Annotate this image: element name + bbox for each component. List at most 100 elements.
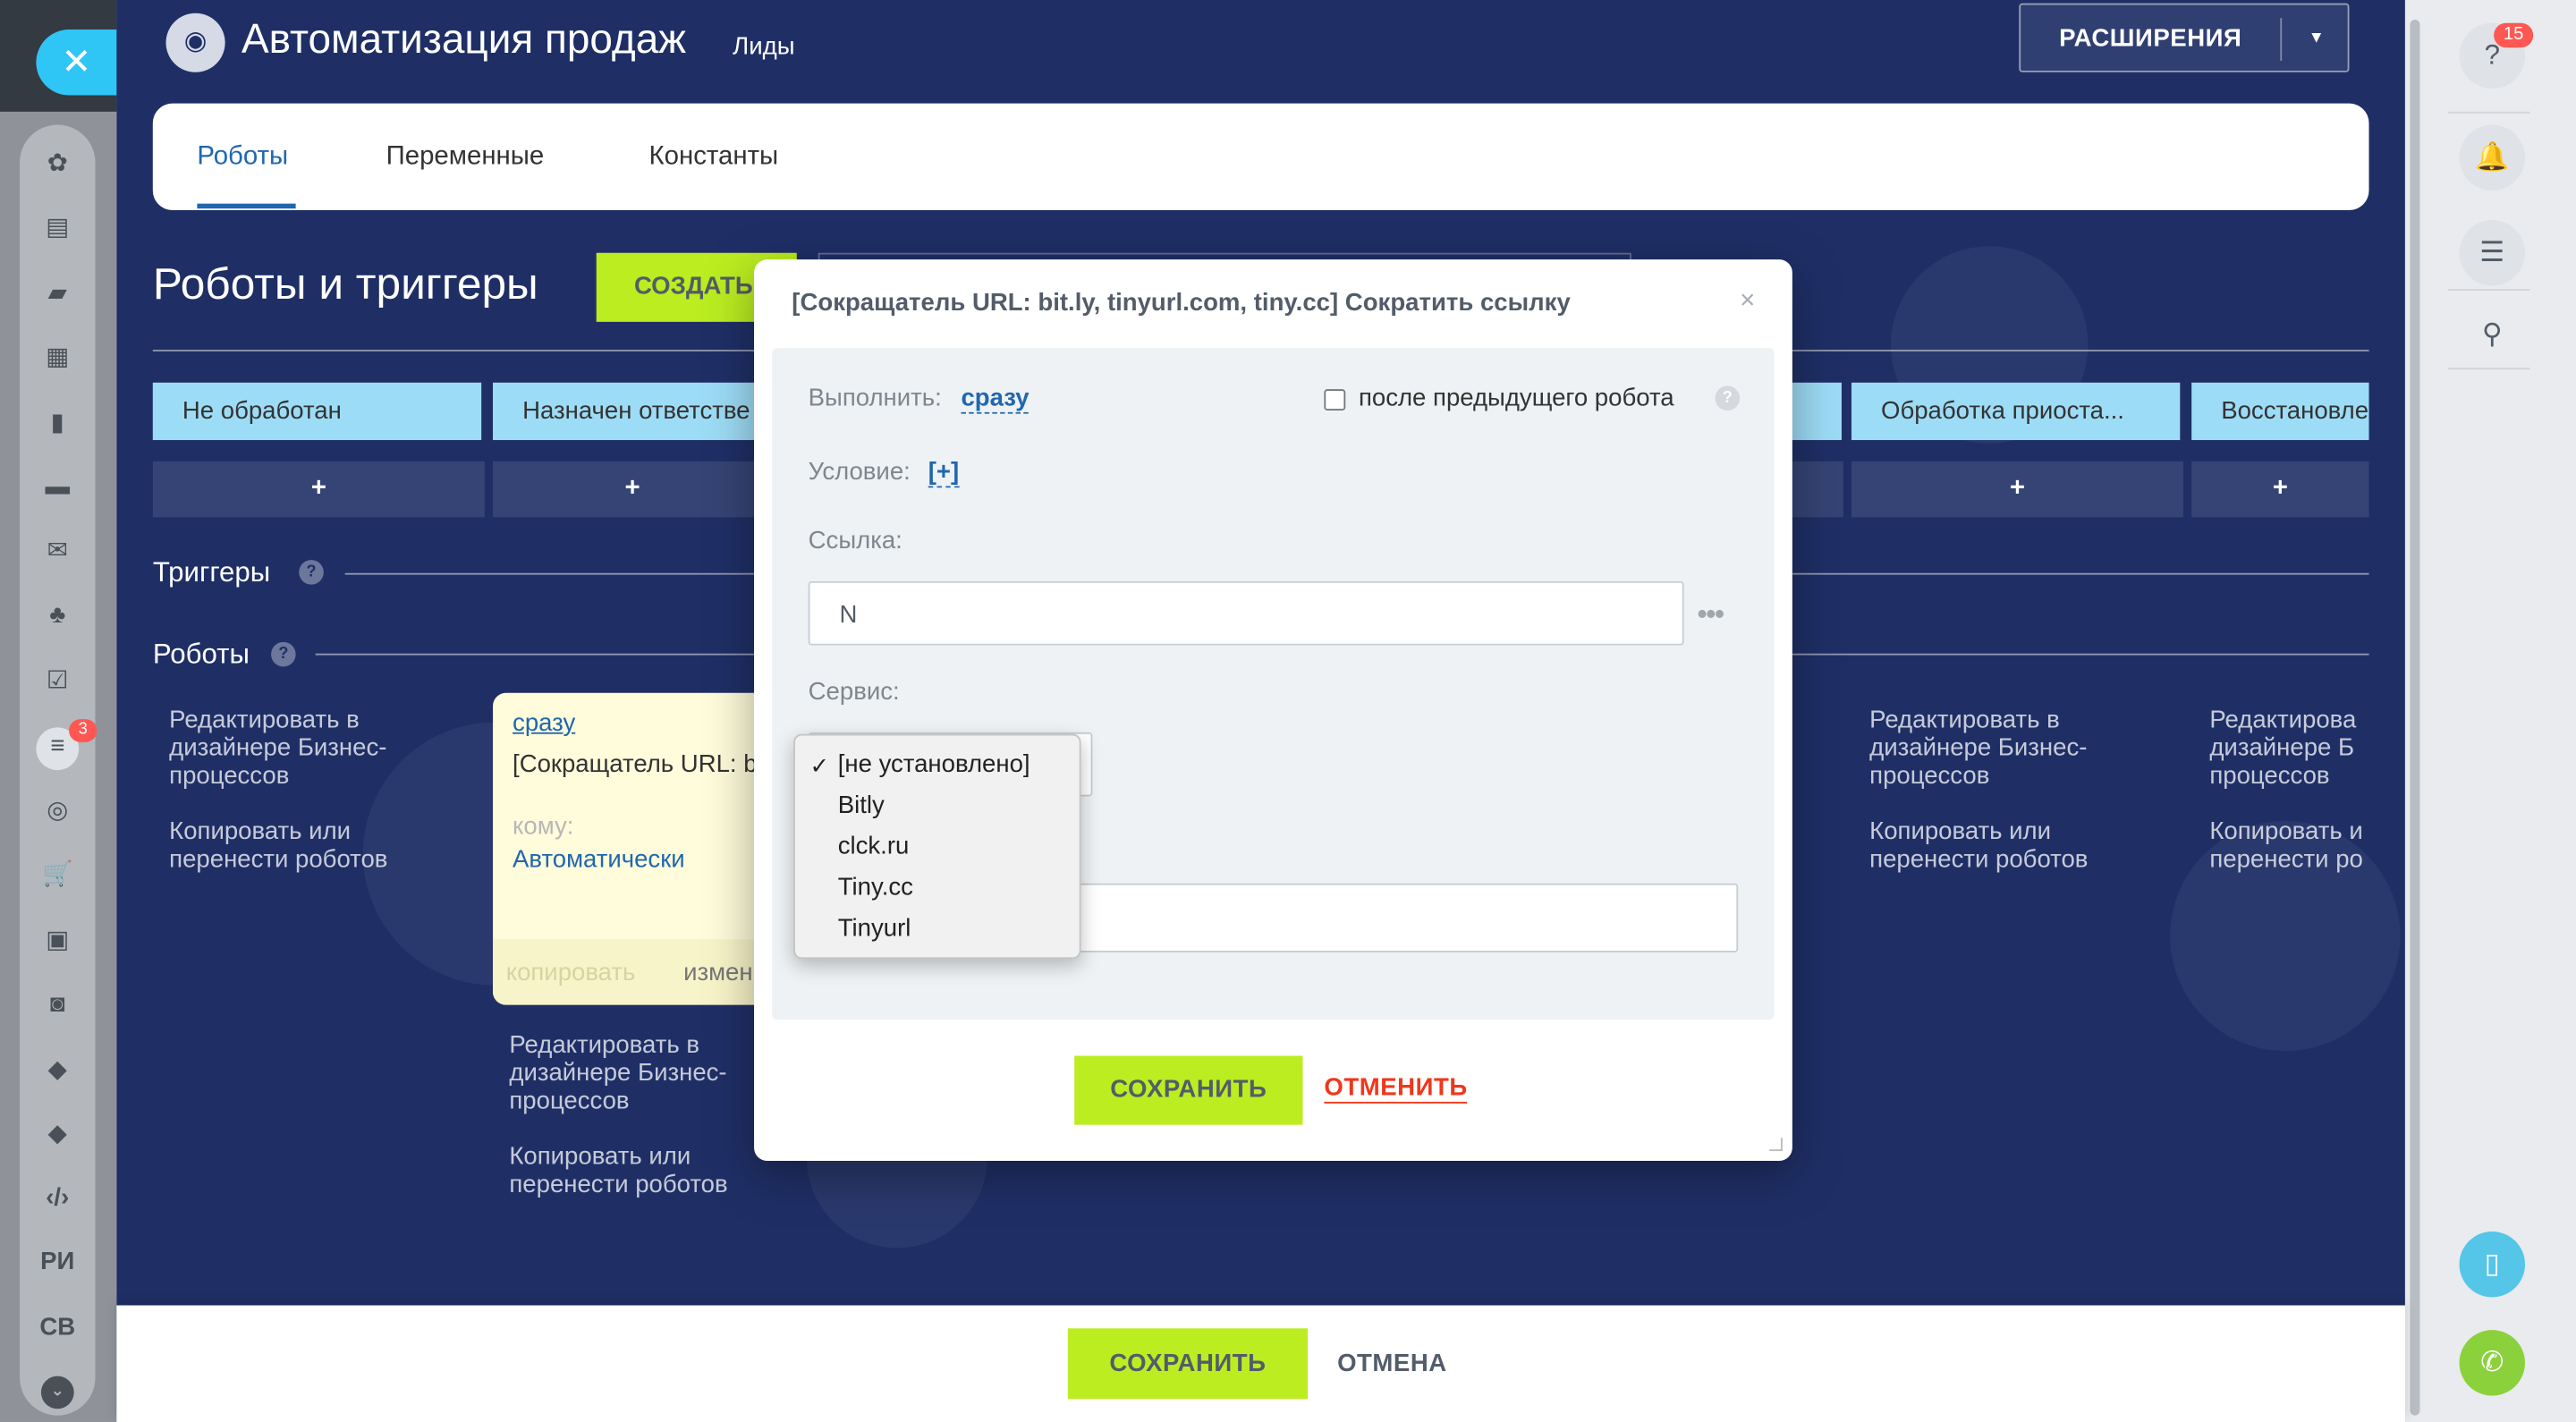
footer-save-button[interactable]: СОХРАНИТЬ bbox=[1067, 1328, 1309, 1400]
after-previous-label[interactable]: после предыдущего робота bbox=[1359, 385, 1674, 412]
chat-list-icon[interactable]: ☰ bbox=[2459, 220, 2526, 286]
service-option[interactable]: Bitly bbox=[838, 791, 885, 819]
calendar-icon[interactable]: ▦ bbox=[38, 338, 77, 377]
copy-move-robots-link-cut[interactable]: Копировать и перенести ро bbox=[2209, 817, 2368, 873]
tab-active-indicator bbox=[197, 203, 296, 209]
right-separator bbox=[2447, 289, 2530, 291]
service-option[interactable]: [не установлено] bbox=[838, 750, 1030, 778]
groups-icon[interactable]: ♣ bbox=[38, 596, 77, 635]
help-badge: 15 bbox=[2494, 22, 2534, 48]
phone-icon[interactable]: ✆ bbox=[2459, 1330, 2526, 1396]
add-robot-button[interactable]: + bbox=[152, 461, 485, 518]
app-root: ✕ ✿ ▤ ▰ ▦ ▮ ▬ ✉ ♣ ☑ ≡ 3 ◎ 🛒 ▣ ◙ ◆ ◆ ‹/› … bbox=[0, 0, 2576, 1422]
dialog-title: [Сокращатель URL: bit.ly, tinyurl.com, t… bbox=[792, 289, 1571, 317]
mail-icon[interactable]: ✉ bbox=[38, 532, 77, 571]
checkmark-icon: ✓ bbox=[809, 751, 830, 779]
robots-line bbox=[1792, 653, 2369, 656]
link-label: Ссылка: bbox=[808, 527, 902, 555]
close-icon[interactable]: × bbox=[1740, 287, 1755, 317]
docs-icon[interactable]: ▮ bbox=[38, 404, 77, 444]
after-previous-checkbox[interactable] bbox=[1324, 389, 1346, 411]
code-icon[interactable]: ‹/› bbox=[38, 1179, 77, 1218]
tab-variables[interactable]: Переменные bbox=[386, 143, 545, 173]
stage-processing-paused: Обработка приоста... bbox=[1851, 382, 2181, 441]
bell-icon[interactable]: 🔔 bbox=[2459, 124, 2526, 190]
dialog-save-button[interactable]: СОХРАНИТЬ bbox=[1074, 1055, 1303, 1125]
robot-card-to-label: кому: bbox=[513, 812, 574, 842]
tab-robots[interactable]: Роботы bbox=[197, 143, 288, 173]
edit-in-designer-link[interactable]: Редактировать в дизайнере Бизнес-процесс… bbox=[509, 1031, 788, 1115]
execute-label: Выполнить: bbox=[808, 384, 942, 412]
service-label: Сервис: bbox=[808, 678, 900, 707]
stage-restored: Восстановле bbox=[2191, 382, 2369, 441]
execute-value-link[interactable]: сразу bbox=[961, 385, 1030, 414]
result-input[interactable] bbox=[1063, 883, 1739, 952]
tasks-icon[interactable]: ▤ bbox=[38, 208, 77, 248]
help-icon[interactable]: ? bbox=[299, 560, 324, 585]
robot-logo-icon: ◉ bbox=[165, 13, 225, 72]
stage-assigned: Назначен ответстве bbox=[493, 382, 773, 441]
more-icon[interactable]: ⌄ bbox=[40, 1375, 74, 1409]
page-subtitle: Лиды bbox=[733, 32, 795, 61]
triggers-line bbox=[344, 572, 756, 575]
robot-card-copy-button[interactable]: копировать bbox=[506, 959, 636, 986]
add-robot-button[interactable]: + bbox=[2191, 461, 2369, 518]
footer-cancel-button[interactable]: ОТМЕНА bbox=[1337, 1328, 1447, 1399]
stage-not-processed: Не обработан bbox=[152, 382, 482, 441]
sites-icon[interactable]: ✿ bbox=[38, 145, 77, 184]
leftbar-text-item-sv[interactable]: СВ bbox=[33, 1308, 82, 1348]
service-option[interactable]: Tinyurl bbox=[838, 915, 911, 943]
service-option[interactable]: clck.ru bbox=[838, 833, 910, 860]
section-heading: Роботы и триггеры bbox=[152, 259, 538, 309]
crm-badge: 3 bbox=[69, 719, 97, 742]
edit-in-designer-link[interactable]: Редактировать в дизайнере Бизнес-процесс… bbox=[169, 706, 448, 790]
robot-card-when[interactable]: сразу bbox=[513, 709, 575, 737]
robot-card-text: [Сокращатель URL: bit.ly, tinyurl.com, t… bbox=[513, 750, 764, 779]
close-slider-button[interactable]: ✕ bbox=[36, 30, 117, 96]
add-robot-button[interactable]: + bbox=[1851, 461, 2183, 518]
chevron-down-icon[interactable]: ▼ bbox=[2282, 5, 2351, 74]
help-icon[interactable]: ? bbox=[271, 641, 296, 667]
copy-move-robots-link[interactable]: Копировать или перенести роботов bbox=[509, 1143, 788, 1198]
add-robot-button[interactable]: + bbox=[493, 461, 773, 518]
condition-add-link[interactable]: [+] bbox=[928, 458, 960, 488]
box-icon[interactable]: ◆ bbox=[38, 1051, 77, 1090]
robot-settings-dialog: [Сокращатель URL: bit.ly, tinyurl.com, t… bbox=[754, 259, 1792, 1162]
right-panel bbox=[2404, 0, 2576, 1422]
box2-icon[interactable]: ◆ bbox=[38, 1115, 77, 1155]
target-icon[interactable]: ◎ bbox=[38, 791, 77, 831]
drive-icon[interactable]: ▬ bbox=[38, 468, 77, 507]
robots-line bbox=[315, 653, 756, 656]
scrollbar[interactable] bbox=[2410, 20, 2420, 1416]
robot-card[interactable]: сразу [Сокращатель URL: bit.ly, tinyurl.… bbox=[493, 692, 765, 1005]
triggers-heading: Триггеры bbox=[152, 556, 271, 588]
extensions-button[interactable]: РАСШИРЕНИЯ ▼ bbox=[2019, 3, 2351, 74]
link-input[interactable]: N bbox=[808, 580, 1684, 646]
copy-move-robots-link[interactable]: Копировать или перенести роботов bbox=[169, 817, 448, 873]
more-options-icon[interactable]: ••• bbox=[1697, 597, 1724, 632]
service-option[interactable]: Tiny.cc bbox=[838, 874, 913, 901]
edit-in-designer-link[interactable]: Редактировать в дизайнере Бизнес-процесс… bbox=[1869, 706, 2148, 790]
leftbar-text-item-ri[interactable]: РИ bbox=[33, 1243, 82, 1282]
resize-handle[interactable] bbox=[1769, 1138, 1783, 1152]
help-icon[interactable]: ? bbox=[1715, 385, 1741, 411]
triggers-line bbox=[1792, 572, 2369, 575]
service-dropdown: ✓ [не установлено] Bitly clck.ru Tiny.cc… bbox=[793, 733, 1081, 960]
robot-card-to-value[interactable]: Автоматически bbox=[513, 846, 685, 874]
contact-card-icon[interactable]: ▣ bbox=[38, 921, 77, 961]
copy-move-robots-link[interactable]: Копировать или перенести роботов bbox=[1869, 817, 2148, 873]
edit-in-designer-link-cut[interactable]: Редактирова дизайнере Бпроцессов bbox=[2209, 706, 2368, 790]
tabs-bar: Роботы Переменные Константы bbox=[152, 103, 2369, 211]
dialog-cancel-button[interactable]: ОТМЕНИТЬ bbox=[1324, 1074, 1468, 1104]
robot-card-edit-button[interactable]: изменить bbox=[683, 959, 764, 986]
cart-icon[interactable]: 🛒 bbox=[38, 856, 77, 895]
right-separator bbox=[2447, 368, 2530, 370]
left-app-bar: ✕ ✿ ▤ ▰ ▦ ▮ ▬ ✉ ♣ ☑ ≡ 3 ◎ 🛒 ▣ ◙ ◆ ◆ ‹/› … bbox=[0, 0, 117, 1422]
chat-icon[interactable]: ▰ bbox=[38, 275, 77, 314]
tab-constants[interactable]: Константы bbox=[648, 143, 778, 173]
checklist-icon[interactable]: ☑ bbox=[38, 662, 77, 701]
robot-icon[interactable]: ◙ bbox=[38, 986, 77, 1025]
mobile-app-icon[interactable]: ▯ bbox=[2459, 1232, 2526, 1298]
search-icon[interactable]: ⚲ bbox=[2460, 302, 2525, 368]
bottom-action-bar: СОХРАНИТЬ ОТМЕНА bbox=[116, 1305, 2405, 1422]
